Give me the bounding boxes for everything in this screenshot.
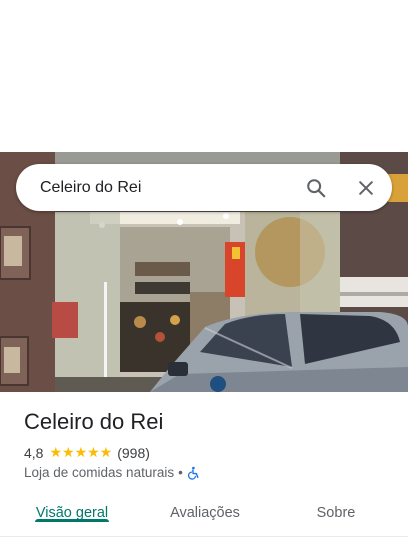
category-row: Loja de comidas naturais • [24,465,392,480]
tab-reviews[interactable]: Avaliações [166,496,244,521]
search-icon[interactable] [304,176,328,200]
tab-reviews-label: Avaliações [170,505,240,521]
active-tab-indicator [35,519,109,522]
tab-about-label: Sobre [316,505,356,521]
place-info: Celeiro do Rei 4,8 ★★★★★ (998) Loja de c… [24,408,392,480]
search-input[interactable]: Celeiro do Rei [40,179,304,197]
wheelchair-icon [187,466,201,480]
search-bar[interactable]: Celeiro do Rei [16,164,392,211]
separator-dot: • [178,465,183,480]
rating-value: 4,8 [24,444,44,461]
star-rating-icon: ★★★★★ [49,444,113,460]
place-tabs: Visão geral Avaliações Sobre [0,496,408,537]
tab-overview[interactable]: Visão geral [35,496,109,522]
review-count[interactable]: (998) [117,445,150,461]
place-category: Loja de comidas naturais [24,465,175,480]
close-icon[interactable] [354,176,378,200]
place-title: Celeiro do Rei [24,409,164,434]
rating-row[interactable]: 4,8 ★★★★★ (998) [24,444,392,461]
tab-about[interactable]: Sobre [314,496,358,521]
